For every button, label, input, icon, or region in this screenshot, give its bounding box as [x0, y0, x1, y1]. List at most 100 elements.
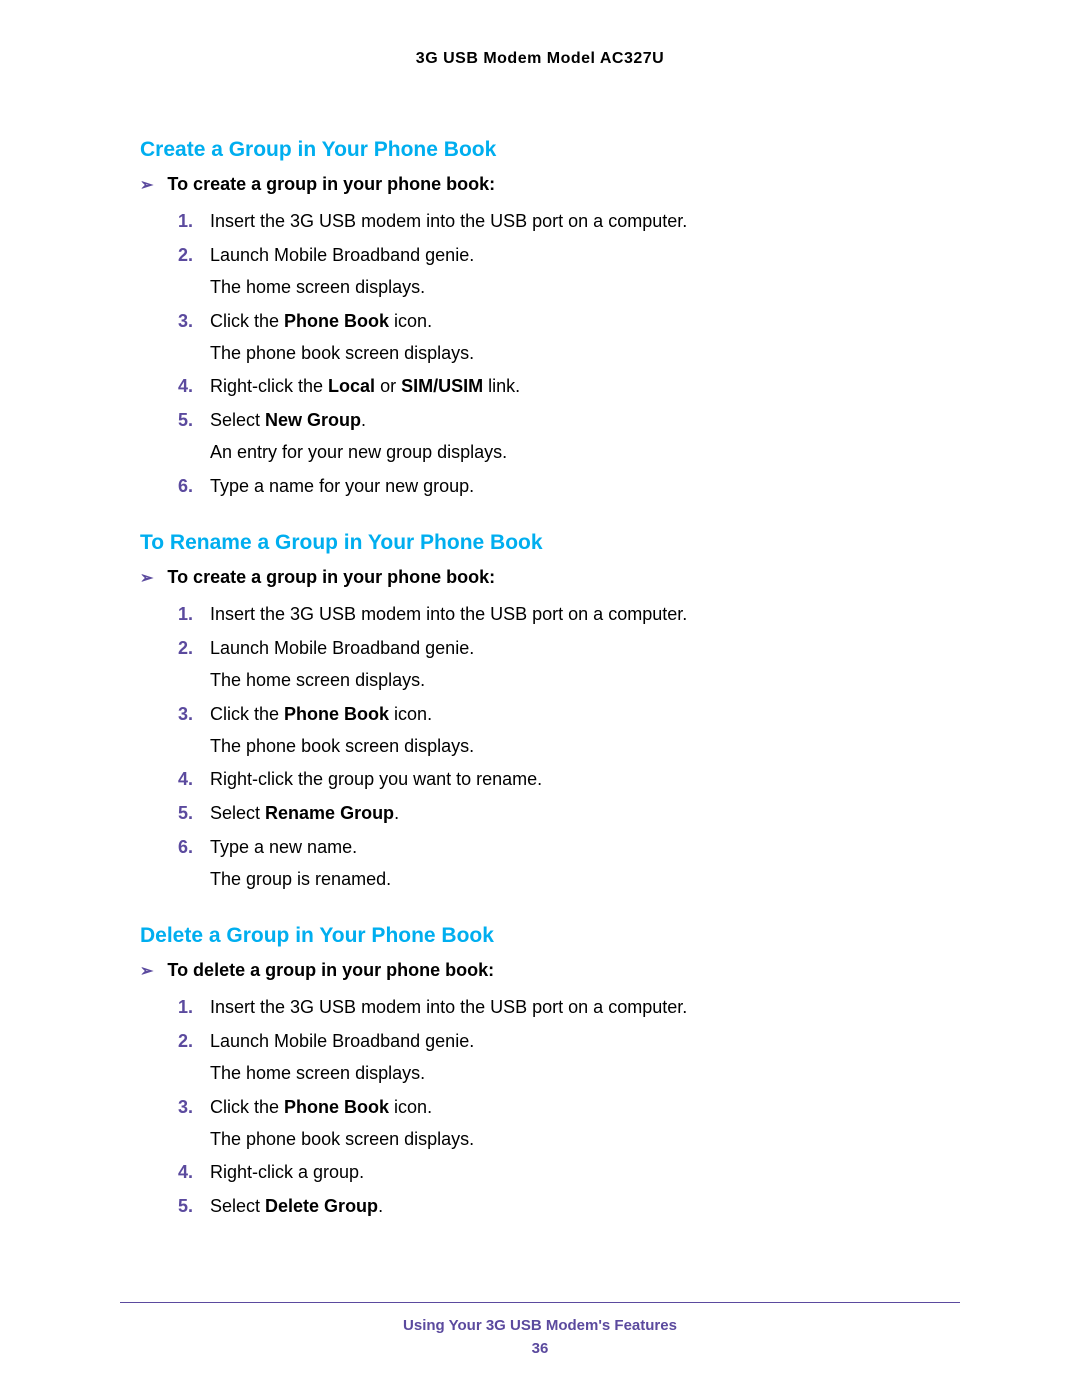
step-text: Click the Phone Book icon. The phone boo…	[210, 308, 960, 368]
text: Launch Mobile Broadband genie.	[210, 638, 474, 658]
chevron-right-icon: ➢	[140, 567, 153, 591]
list-item: 4. Right-click the group you want to ren…	[178, 766, 960, 794]
step-text: Right-click a group.	[210, 1159, 960, 1187]
step-text: Select Rename Group.	[210, 800, 960, 828]
text: .	[394, 803, 399, 823]
step-text: Launch Mobile Broadband genie. The home …	[210, 1028, 960, 1088]
step-number: 6.	[178, 834, 206, 862]
text: The phone book screen displays.	[210, 1126, 960, 1154]
step-number: 1.	[178, 601, 206, 629]
section-heading-create: Create a Group in Your Phone Book	[120, 138, 960, 162]
document-header: 3G USB Modem Model AC327U	[120, 50, 960, 68]
step-number: 1.	[178, 994, 206, 1022]
text: Click the	[210, 311, 284, 331]
step-text: Launch Mobile Broadband genie. The home …	[210, 635, 960, 695]
footer-divider	[120, 1302, 960, 1303]
text: .	[361, 410, 366, 430]
page-footer: Using Your 3G USB Modem's Features 36	[120, 1302, 960, 1357]
text: The group is renamed.	[210, 866, 960, 894]
text: The home screen displays.	[210, 667, 960, 695]
text: or	[375, 376, 401, 396]
list-item: 6. Type a new name. The group is renamed…	[178, 834, 960, 894]
footer-page-number: 36	[120, 1340, 960, 1357]
step-text: Insert the 3G USB modem into the USB por…	[210, 601, 960, 629]
text: The phone book screen displays.	[210, 733, 960, 761]
footer-chapter-title: Using Your 3G USB Modem's Features	[120, 1317, 960, 1334]
task-line-delete: ➢ To delete a group in your phone book:	[140, 960, 960, 984]
step-text: Select New Group. An entry for your new …	[210, 407, 960, 467]
step-number: 6.	[178, 473, 206, 501]
list-item: 2. Launch Mobile Broadband genie. The ho…	[178, 242, 960, 302]
step-number: 4.	[178, 373, 206, 401]
steps-create: 1. Insert the 3G USB modem into the USB …	[178, 208, 960, 501]
step-text: Launch Mobile Broadband genie. The home …	[210, 242, 960, 302]
section-heading-rename: To Rename a Group in Your Phone Book	[120, 531, 960, 555]
list-item: 2. Launch Mobile Broadband genie. The ho…	[178, 1028, 960, 1088]
text: Select	[210, 410, 265, 430]
list-item: 5. Select Delete Group.	[178, 1193, 960, 1221]
list-item: 5. Select Rename Group.	[178, 800, 960, 828]
task-text: To create a group in your phone book:	[167, 174, 495, 195]
list-item: 3. Click the Phone Book icon. The phone …	[178, 308, 960, 368]
bold-text: SIM/USIM	[401, 376, 483, 396]
list-item: 6. Type a name for your new group.	[178, 473, 960, 501]
step-number: 3.	[178, 1094, 206, 1122]
list-item: 4. Right-click a group.	[178, 1159, 960, 1187]
text: icon.	[389, 704, 432, 724]
step-number: 4.	[178, 766, 206, 794]
text: Launch Mobile Broadband genie.	[210, 245, 474, 265]
list-item: 1. Insert the 3G USB modem into the USB …	[178, 994, 960, 1022]
text: icon.	[389, 311, 432, 331]
text: link.	[483, 376, 520, 396]
step-number: 3.	[178, 308, 206, 336]
list-item: 4. Right-click the Local or SIM/USIM lin…	[178, 373, 960, 401]
list-item: 2. Launch Mobile Broadband genie. The ho…	[178, 635, 960, 695]
text: Right-click the	[210, 376, 328, 396]
step-number: 5.	[178, 1193, 206, 1221]
step-text: Insert the 3G USB modem into the USB por…	[210, 208, 960, 236]
step-number: 3.	[178, 701, 206, 729]
text: An entry for your new group displays.	[210, 439, 960, 467]
text: Launch Mobile Broadband genie.	[210, 1031, 474, 1051]
bold-text: Rename Group	[265, 803, 394, 823]
task-line-rename: ➢ To create a group in your phone book:	[140, 567, 960, 591]
text: The home screen displays.	[210, 274, 960, 302]
text: Select	[210, 803, 265, 823]
text: icon.	[389, 1097, 432, 1117]
step-number: 4.	[178, 1159, 206, 1187]
text: .	[378, 1196, 383, 1216]
text: Type a new name.	[210, 837, 357, 857]
section-heading-delete: Delete a Group in Your Phone Book	[120, 924, 960, 948]
bold-text: Phone Book	[284, 1097, 389, 1117]
text: The phone book screen displays.	[210, 340, 960, 368]
document-page: 3G USB Modem Model AC327U Create a Group…	[0, 0, 1080, 1397]
steps-rename: 1. Insert the 3G USB modem into the USB …	[178, 601, 960, 894]
step-text: Insert the 3G USB modem into the USB por…	[210, 994, 960, 1022]
list-item: 3. Click the Phone Book icon. The phone …	[178, 701, 960, 761]
step-number: 1.	[178, 208, 206, 236]
list-item: 1. Insert the 3G USB modem into the USB …	[178, 601, 960, 629]
step-number: 5.	[178, 407, 206, 435]
steps-delete: 1. Insert the 3G USB modem into the USB …	[178, 994, 960, 1221]
bold-text: New Group	[265, 410, 361, 430]
task-text: To delete a group in your phone book:	[167, 960, 494, 981]
step-number: 2.	[178, 242, 206, 270]
list-item: 5. Select New Group. An entry for your n…	[178, 407, 960, 467]
step-text: Type a new name. The group is renamed.	[210, 834, 960, 894]
list-item: 3. Click the Phone Book icon. The phone …	[178, 1094, 960, 1154]
chevron-right-icon: ➢	[140, 960, 153, 984]
step-text: Select Delete Group.	[210, 1193, 960, 1221]
step-number: 2.	[178, 635, 206, 663]
step-number: 2.	[178, 1028, 206, 1056]
task-text: To create a group in your phone book:	[167, 567, 495, 588]
bold-text: Local	[328, 376, 375, 396]
bold-text: Phone Book	[284, 311, 389, 331]
text: Click the	[210, 704, 284, 724]
step-text: Type a name for your new group.	[210, 473, 960, 501]
text: Click the	[210, 1097, 284, 1117]
task-line-create: ➢ To create a group in your phone book:	[140, 174, 960, 198]
step-text: Right-click the Local or SIM/USIM link.	[210, 373, 960, 401]
bold-text: Phone Book	[284, 704, 389, 724]
step-text: Click the Phone Book icon. The phone boo…	[210, 1094, 960, 1154]
text: Select	[210, 1196, 265, 1216]
